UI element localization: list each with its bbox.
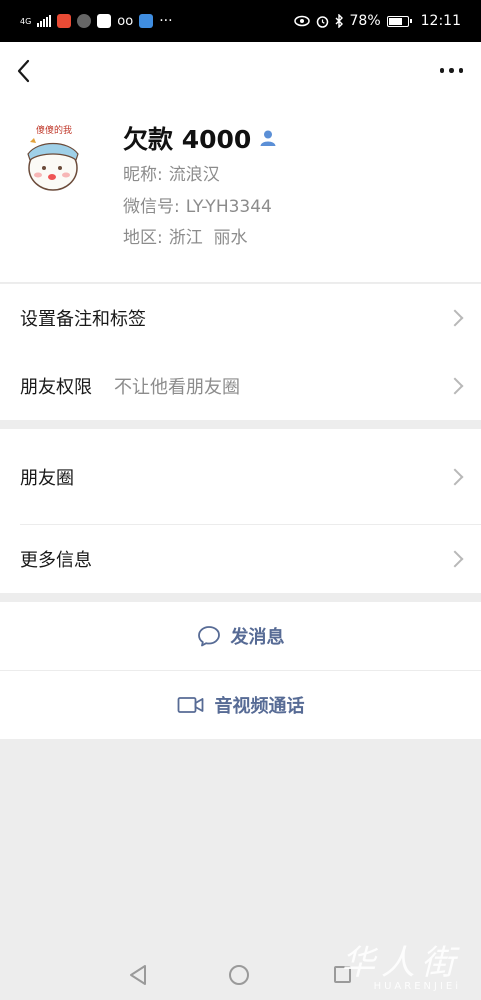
- clock: 12:11: [420, 13, 461, 29]
- remark-tags-row[interactable]: 设置备注和标签: [0, 284, 481, 352]
- nickname-line: 昵称: 流浪汉: [123, 160, 220, 185]
- signal-icon: [37, 15, 52, 27]
- chevron-right-icon: [446, 550, 464, 568]
- moments-label: 朋友圈: [20, 467, 74, 489]
- nickname-label: 昵称:: [123, 165, 163, 185]
- send-message-label: 发消息: [230, 627, 285, 648]
- region-label: 地区:: [123, 228, 163, 248]
- remark-tags-label: 设置备注和标签: [20, 309, 146, 330]
- chevron-right-icon: [446, 468, 464, 485]
- chevron-right-icon: [446, 377, 464, 395]
- more-notifications: ···: [159, 13, 173, 29]
- video-call-label: 音视频通话: [214, 696, 305, 717]
- chat-bubble-icon: [197, 626, 220, 647]
- bluetooth-icon: [335, 14, 343, 28]
- top-bar: [0, 42, 481, 102]
- avatar[interactable]: 傻傻的我: [20, 120, 88, 196]
- status-bar-left: 4G oo ···: [20, 13, 173, 29]
- region-line: 地区: 浙江 丽水: [123, 223, 248, 248]
- more-info-row[interactable]: 更多信息: [0, 525, 481, 593]
- chevron-left-icon[interactable]: [12, 58, 38, 84]
- app-notification-icon: [139, 14, 154, 28]
- more-dots-icon[interactable]: [439, 68, 463, 73]
- male-icon: [260, 130, 276, 146]
- battery-percent: 78%: [349, 13, 381, 29]
- app-notification-icon: [77, 14, 92, 28]
- battery-icon: [386, 15, 412, 27]
- actions-block: 发消息 音视频通话: [0, 602, 481, 739]
- network-label: 4G: [20, 16, 32, 26]
- name-row: 欠款 4000: [123, 120, 277, 156]
- region-value: 浙江 丽水: [168, 228, 248, 248]
- nav-back-icon[interactable]: [128, 964, 148, 986]
- profile-card: 傻傻的我 欠款 4000 昵称: 流浪汉 微信号: LY-YH3344 地区: 浙江 …: [0, 102, 481, 283]
- friend-permission-value: 不让他看朋友圈: [114, 377, 240, 398]
- wechat-id-label: 微信号:: [123, 197, 180, 217]
- contact-name: 欠款 4000: [123, 125, 252, 154]
- avatar-caption: 傻傻的我: [36, 124, 72, 136]
- watermark-cn: 华人街: [341, 943, 461, 983]
- voicemail-icon: oo: [117, 13, 134, 29]
- nav-home-icon[interactable]: [229, 965, 249, 985]
- wechat-id-line: 微信号: LY-YH3344: [123, 192, 272, 217]
- moments-row[interactable]: 朋友圈: [0, 429, 481, 524]
- status-bar: 4G oo ··· 78% 12:11: [0, 0, 481, 42]
- eye-icon: [293, 15, 310, 27]
- nickname-value: 流浪汉: [168, 165, 220, 185]
- settings-block: 设置备注和标签 朋友权限 不让他看朋友圈: [0, 284, 481, 420]
- watermark: 华人街 HUARENJIEi: [331, 945, 461, 997]
- wechat-id-value[interactable]: LY-YH3344: [186, 197, 272, 217]
- video-camera-icon: [177, 697, 203, 713]
- app-notification-icon: [57, 14, 72, 28]
- moments-block: 朋友圈 更多信息: [0, 429, 481, 593]
- alarm-icon: [316, 15, 328, 28]
- chevron-right-icon: [446, 309, 464, 327]
- more-info-label: 更多信息: [20, 550, 92, 571]
- map-notification-icon: [97, 14, 112, 28]
- status-bar-right: 78% 12:11: [293, 13, 461, 29]
- send-message-button[interactable]: 发消息: [0, 602, 481, 670]
- friend-permission-label: 朋友权限: [20, 377, 92, 398]
- friend-permission-row[interactable]: 朋友权限 不让他看朋友圈: [0, 352, 481, 420]
- video-call-button[interactable]: 音视频通话: [0, 671, 481, 739]
